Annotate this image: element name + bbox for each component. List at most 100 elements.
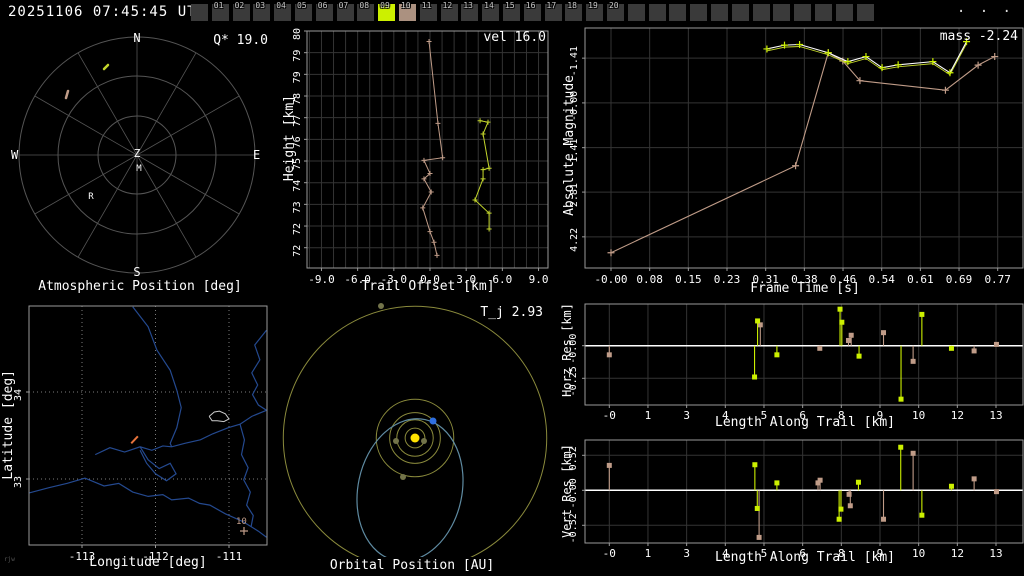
- frame-square-blank[interactable]: [856, 4, 874, 21]
- trail-series-station-tan: [420, 39, 446, 258]
- svg-text:0.61: 0.61: [907, 273, 934, 286]
- frame-square-04[interactable]: 04: [274, 1, 292, 21]
- frame-square-blank[interactable]: [814, 4, 832, 21]
- svg-text:0.69: 0.69: [946, 273, 973, 286]
- svg-text:12: 12: [951, 409, 964, 422]
- frame-square-blank[interactable]: [191, 4, 208, 21]
- frame-number: 04: [276, 1, 286, 10]
- frame-square-03[interactable]: 03: [253, 1, 271, 21]
- frame-square-18[interactable]: 18: [565, 1, 583, 21]
- frame-number: 06: [317, 1, 328, 10]
- svg-text:79: 79: [292, 71, 303, 83]
- frame-number: 12: [442, 1, 453, 10]
- frame-square-blank[interactable]: [648, 4, 666, 21]
- frame-square-blank[interactable]: [752, 4, 770, 21]
- frame-number: 14: [484, 1, 494, 10]
- trail-series-station-yellow: [472, 118, 492, 232]
- zenith-label: Z: [133, 147, 141, 160]
- frame-square-07[interactable]: 07: [336, 1, 354, 21]
- horz-res-panel: -0 1 3 4 5 6 8 9 10 12 13 -0.00 -0.25 Length Along T…: [560, 295, 1024, 432]
- frame-square-blank[interactable]: [773, 4, 791, 21]
- svg-text:-0.00: -0.00: [594, 273, 627, 286]
- river-line: [94, 409, 267, 456]
- frame-square-12[interactable]: 12: [440, 1, 458, 21]
- frame-square-11[interactable]: 11: [419, 1, 437, 21]
- magnitude-ylabel: Absolute Magnitude: [562, 75, 577, 216]
- vert-res-panel: -0 1 3 4 5 6 8 9 10 12 13 0.52 -0.00 -0.52 Length Alo…: [560, 432, 1024, 576]
- river-line: [239, 424, 254, 527]
- compass-north: N: [133, 31, 141, 45]
- frame-square-10[interactable]: 10: [398, 1, 416, 21]
- river-line: [139, 446, 177, 482]
- frame-square-09[interactable]: 09: [378, 1, 396, 21]
- frame-number: 08: [359, 1, 370, 10]
- frame-square-16[interactable]: 16: [523, 1, 541, 21]
- residuals-station-yellow: [752, 444, 954, 522]
- svg-text:3: 3: [683, 547, 690, 560]
- orbit-panel: T_j 2.93: [280, 295, 570, 557]
- frame-square-08[interactable]: 08: [357, 1, 375, 21]
- svg-text:0.54: 0.54: [868, 273, 895, 286]
- frame-number: 02: [234, 1, 245, 10]
- trail-offset-xlabel: Trail Offset [km]: [361, 279, 495, 294]
- meteor-trail-yellow: [102, 63, 110, 71]
- svg-text:79: 79: [292, 50, 303, 62]
- planet-mercury: [421, 438, 427, 444]
- horz-res-plot: -0 1 3 4 5 6 8 9 10 12 13-0.00-0.25: [568, 303, 1024, 422]
- frame-number: 05: [296, 1, 307, 10]
- frame-square-blank[interactable]: [627, 4, 645, 21]
- timestamp: 20251106 07:45:45 UTC: [8, 4, 207, 20]
- frame-square-blank[interactable]: [794, 4, 812, 21]
- frame-number: 01: [213, 1, 224, 10]
- svg-text:-0: -0: [603, 409, 616, 422]
- frame-square-blank[interactable]: [710, 4, 728, 21]
- height-trail-plot: 8079797877767574737272-9.0 -6.0 -3.0 0.0 3.0…: [292, 28, 549, 286]
- svg-text:13: 13: [989, 547, 1002, 560]
- orbit-plot: [282, 303, 548, 557]
- frame-square-13[interactable]: 13: [461, 1, 479, 21]
- overflow-menu[interactable]: . . .: [957, 0, 1014, 16]
- frame-square-19[interactable]: 19: [586, 1, 604, 21]
- frame-square-15[interactable]: 15: [502, 1, 520, 21]
- frame-square-14[interactable]: 14: [482, 1, 500, 21]
- compass-south: S: [133, 265, 141, 279]
- frame-square-blank[interactable]: [690, 4, 708, 21]
- frame-number: 19: [588, 1, 598, 10]
- map-plot: -113 -112 -1113433: [13, 305, 268, 563]
- map-content: [29, 306, 267, 545]
- planet-mars: [400, 474, 406, 480]
- frame-square-20[interactable]: 20: [606, 1, 624, 21]
- map-scale-label: 10: [236, 517, 247, 527]
- frame-square-blank[interactable]: [731, 4, 749, 21]
- svg-text:10: 10: [912, 547, 925, 560]
- frame-square-02[interactable]: 02: [232, 1, 250, 21]
- orbital-position-title: Orbital Position [AU]: [329, 558, 495, 573]
- frame-number: 07: [338, 1, 349, 10]
- frame-square-17[interactable]: 17: [544, 1, 562, 21]
- frame-square-blank[interactable]: [835, 4, 853, 21]
- svg-text:0.15: 0.15: [675, 273, 702, 286]
- frame-square-01[interactable]: 01: [211, 1, 229, 21]
- top-bar: 20251106 07:45:45 UTC 01 02 03 04 05 06 07 08 09…: [0, 0, 1024, 24]
- atmospheric-position-panel: N E S W Z M R Q* 19.0 Atmospheric Positi…: [0, 25, 290, 295]
- res-grid: [582, 304, 1023, 408]
- radiant-label: R: [88, 192, 94, 202]
- vert-length-xlabel: Length Along Trail [km]: [714, 550, 896, 565]
- horz-res-ylabel: Horz Res [km]: [560, 303, 574, 397]
- ground-track: [130, 435, 139, 445]
- svg-text:74: 74: [292, 180, 303, 192]
- frame-square-blank[interactable]: [669, 4, 687, 21]
- sun: [410, 433, 420, 443]
- frame-time-xlabel: Frame Time [s]: [750, 281, 860, 296]
- frame-number: 16: [525, 1, 536, 10]
- frame-strip: 01 02 03 04 05 06 07 08 09 10 11 12 13 14 15 16 17 18 19 20: [191, 1, 874, 21]
- svg-text:-1.41: -1.41: [569, 46, 580, 76]
- frame-square-06[interactable]: 06: [315, 1, 333, 21]
- planet-orbit: [282, 305, 548, 557]
- frame-square-05[interactable]: 05: [294, 1, 312, 21]
- svg-text:72: 72: [292, 245, 303, 257]
- q-star-annotation: Q* 19.0: [213, 33, 268, 48]
- tisserand-annotation: T_j 2.93: [480, 305, 543, 320]
- compass-east: E: [253, 148, 261, 162]
- river-line: [29, 477, 267, 538]
